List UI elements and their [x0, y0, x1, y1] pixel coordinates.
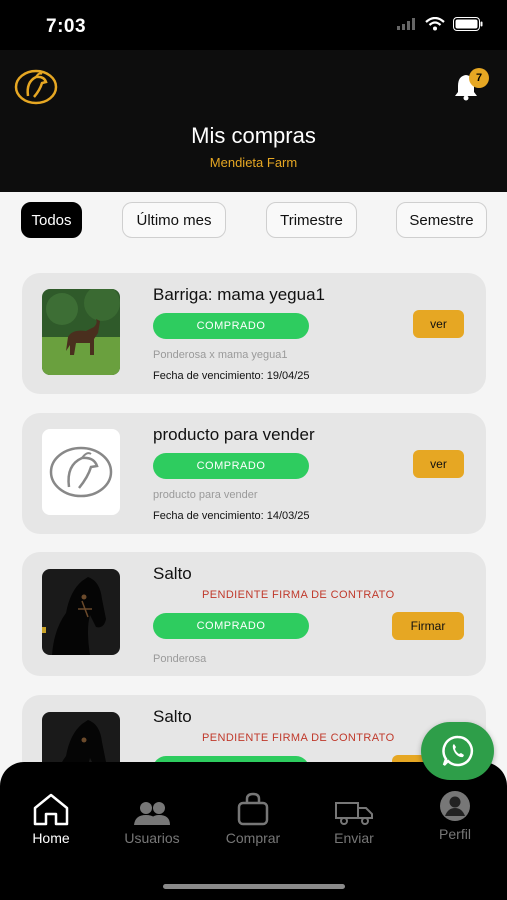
- tab-label: Perfil: [439, 826, 471, 842]
- filter-chips: Todos Último mes Trimestre Semestre: [0, 202, 507, 240]
- purchase-card[interactable]: Salto PENDIENTE FIRMA DE CONTRATO COMPRA…: [22, 552, 486, 676]
- tab-comprar[interactable]: Comprar: [208, 788, 298, 846]
- home-icon: [33, 793, 69, 826]
- filter-semestre[interactable]: Semestre: [396, 202, 487, 238]
- tab-label: Comprar: [225, 830, 281, 846]
- bottom-tab-bar: Home Usuarios Comprar Enviar Perfil: [0, 762, 507, 900]
- wifi-icon: [425, 17, 445, 31]
- purchase-title: Salto: [153, 564, 192, 583]
- tab-enviar[interactable]: Enviar: [309, 788, 399, 846]
- filter-trimestre[interactable]: Trimestre: [266, 202, 357, 238]
- due-date: Fecha de vencimiento: 19/04/25: [153, 370, 310, 382]
- farm-name: Mendieta Farm: [209, 155, 298, 170]
- tab-usuarios[interactable]: Usuarios: [107, 788, 197, 846]
- purchase-card[interactable]: producto para vender COMPRADO producto p…: [22, 413, 486, 534]
- status-icons: [397, 17, 483, 31]
- app-header: 7 Mis compras Mendieta Farm: [0, 50, 507, 192]
- status-badge: COMPRADO: [153, 313, 309, 339]
- horse-head-logo-icon[interactable]: [14, 68, 58, 106]
- pending-contract-notice: PENDIENTE FIRMA DE CONTRATO: [202, 589, 395, 601]
- sign-contract-button[interactable]: Firmar: [392, 612, 464, 640]
- signal-icon: [397, 18, 415, 30]
- black-horse-photo: [42, 569, 120, 655]
- tab-perfil[interactable]: Perfil: [410, 788, 500, 842]
- purchase-description: Ponderosa x mama yegua1: [153, 349, 288, 361]
- user-avatar-icon: [440, 791, 470, 821]
- horse-logo-thumbnail: [42, 429, 120, 515]
- purchase-title: Salto: [153, 707, 192, 726]
- truck-icon: [335, 802, 373, 825]
- tab-label: Enviar: [334, 830, 374, 846]
- notifications-button[interactable]: 7: [451, 68, 489, 106]
- purchase-title: Barriga: mama yegua1: [153, 285, 325, 304]
- shopping-bag-icon: [237, 792, 269, 826]
- pending-contract-notice: PENDIENTE FIRMA DE CONTRATO: [202, 732, 395, 744]
- tab-home[interactable]: Home: [6, 788, 96, 846]
- battery-icon: [453, 17, 483, 31]
- notification-badge: 7: [469, 68, 489, 88]
- purchase-title: producto para vender: [153, 425, 315, 444]
- page-title: Mis compras: [191, 123, 316, 148]
- users-icon: [134, 802, 170, 825]
- view-button[interactable]: ver: [413, 310, 464, 338]
- filter-ultimo-mes[interactable]: Último mes: [122, 202, 226, 238]
- whatsapp-icon: [441, 735, 473, 767]
- view-button[interactable]: ver: [413, 450, 464, 478]
- tab-label: Usuarios: [124, 830, 180, 846]
- due-date: Fecha de vencimiento: 14/03/25: [153, 510, 310, 522]
- home-indicator: [163, 884, 345, 889]
- purchase-description: producto para vender: [153, 489, 258, 501]
- status-bar: 7:03: [0, 0, 507, 50]
- status-badge: COMPRADO: [153, 613, 309, 639]
- tab-label: Home: [32, 830, 70, 846]
- status-badge: COMPRADO: [153, 453, 309, 479]
- filter-todos[interactable]: Todos: [21, 202, 82, 238]
- purchase-description: Ponderosa: [153, 653, 207, 665]
- horse-photo: [42, 289, 120, 375]
- purchase-card[interactable]: Barriga: mama yegua1 COMPRADO Ponderosa …: [22, 273, 486, 394]
- whatsapp-button[interactable]: [421, 722, 494, 780]
- status-time: 7:03: [46, 16, 87, 37]
